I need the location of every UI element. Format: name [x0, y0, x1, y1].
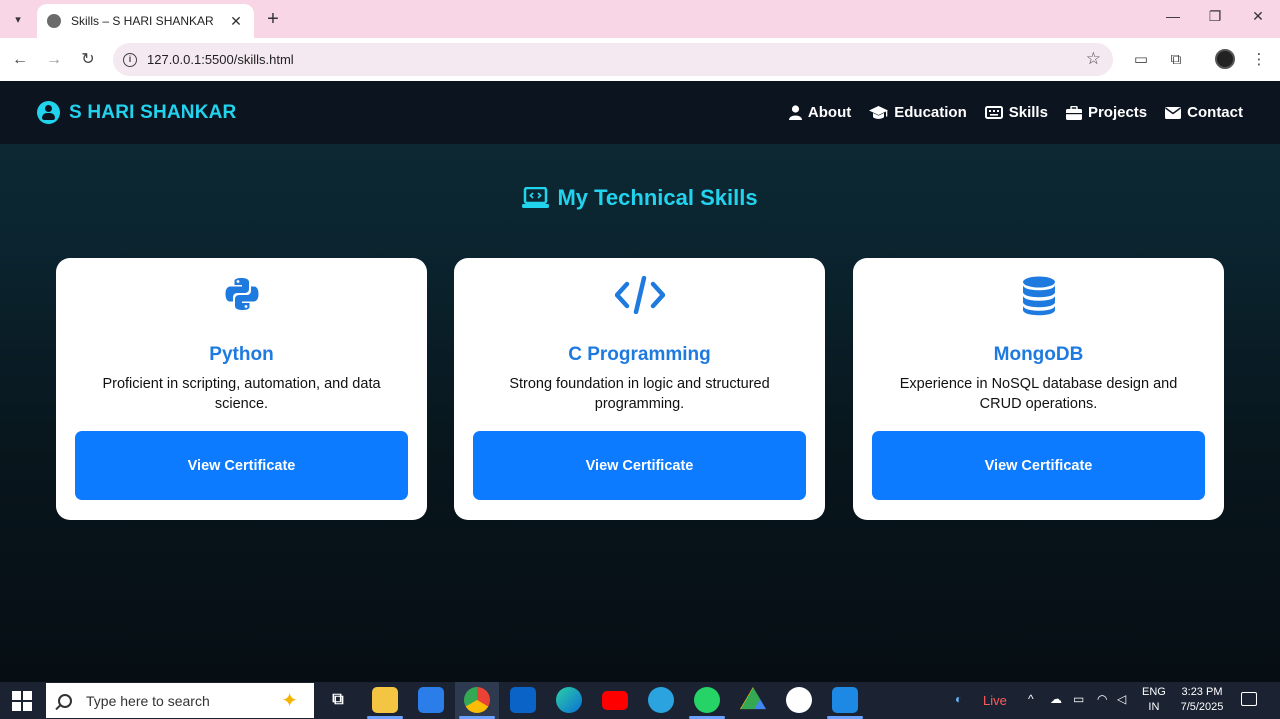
language-code: ENG — [1142, 686, 1166, 698]
google-drive-icon[interactable] — [740, 687, 766, 710]
page-content: S HARI SHANKAR About Education Skills Pr… — [0, 81, 1280, 682]
task-view-icon[interactable]: ⧉ — [325, 687, 351, 713]
search-placeholder: Type here to search — [86, 692, 210, 709]
card-description: Strong foundation in logic and structure… — [509, 376, 770, 412]
card-description: Experience in NoSQL database design and … — [899, 376, 1178, 412]
profile-avatar[interactable] — [1215, 49, 1235, 69]
skill-card-python: Python Proficient in scripting, automati… — [56, 258, 427, 520]
graduation-cap-icon — [869, 105, 889, 120]
system-clock[interactable]: 3:23 PM 7/5/2025 — [1172, 685, 1232, 715]
site-info-icon[interactable]: i — [123, 52, 137, 67]
forward-button[interactable]: → — [43, 49, 65, 71]
user-circle-icon — [37, 101, 60, 124]
nav-projects-label: Projects — [1087, 104, 1148, 121]
clock-time: 3:23 PM — [1181, 686, 1223, 698]
nav-contact-label: Contact — [1187, 104, 1243, 121]
view-certificate-button[interactable]: View Certificate — [872, 431, 1205, 500]
section-title: My Technical Skills — [0, 185, 1280, 211]
back-button[interactable]: ← — [9, 49, 31, 71]
browser-tab-bar: ▾ Skills – S HARI SHANKAR ✕ + — ❐ ✕ — [0, 0, 1280, 38]
restore-button[interactable]: ❐ — [1195, 8, 1235, 25]
youtube-icon[interactable] — [602, 691, 628, 710]
skill-card-c-programming: C Programming Strong foundation in logic… — [454, 258, 825, 520]
browser-toolbar: ← → ↻ i 127.0.0.1:5500/skills.html ☆ ▭ ⧉… — [0, 38, 1280, 81]
microsoft-store-icon[interactable] — [418, 687, 444, 713]
address-bar[interactable]: i 127.0.0.1:5500/skills.html ☆ — [113, 43, 1113, 76]
live-label[interactable]: Live — [983, 693, 1007, 708]
view-certificate-button[interactable]: View Certificate — [473, 431, 806, 500]
tab-title: Skills – S HARI SHANKAR — [71, 14, 214, 28]
github-icon[interactable] — [786, 687, 812, 713]
briefcase-icon — [1065, 105, 1082, 120]
vscode-icon[interactable] — [832, 687, 858, 713]
keyboard-icon — [984, 106, 1003, 119]
url-text: 127.0.0.1:5500/skills.html — [147, 52, 294, 67]
globe-icon — [47, 14, 61, 28]
telegram-icon[interactable] — [648, 687, 674, 713]
site-header: S HARI SHANKAR About Education Skills Pr… — [0, 81, 1280, 144]
nav-education[interactable]: Education — [869, 104, 967, 121]
reload-button[interactable]: ↻ — [77, 49, 99, 71]
new-tab-button[interactable]: + — [262, 8, 284, 30]
tab-search-button[interactable]: ▾ — [6, 7, 30, 31]
main-nav: About Education Skills Projects Contact — [788, 104, 1243, 121]
nav-skills-label: Skills — [1008, 104, 1048, 121]
database-icon — [853, 276, 1224, 316]
search-icon — [58, 693, 72, 708]
volume-icon[interactable]: ◁ — [1117, 692, 1126, 706]
cricket-live-icon[interactable]: ◐ — [955, 692, 962, 706]
brand[interactable]: S HARI SHANKAR — [37, 101, 236, 124]
skill-card-mongodb: MongoDB Experience in NoSQL database des… — [853, 258, 1224, 520]
close-window-button[interactable]: ✕ — [1238, 8, 1278, 25]
nav-contact[interactable]: Contact — [1165, 104, 1243, 121]
windows-start-icon[interactable] — [12, 691, 32, 711]
language-indicator[interactable]: ENG IN — [1142, 685, 1166, 715]
taskbar-search-box[interactable]: Type here to search ✦ — [46, 683, 314, 718]
region-code: IN — [1148, 701, 1160, 713]
chevron-up-icon[interactable]: ^ — [1028, 692, 1034, 706]
nav-about-label: About — [807, 104, 852, 121]
extensions-icon[interactable]: ⧉ — [1165, 49, 1187, 71]
clock-date: 7/5/2025 — [1180, 701, 1224, 713]
section-title-text: My Technical Skills — [557, 185, 758, 210]
menu-icon[interactable]: ⋮ — [1248, 49, 1270, 71]
chrome-icon[interactable] — [464, 687, 490, 713]
bookmark-star-icon[interactable]: ☆ — [1086, 49, 1101, 69]
outlook-icon[interactable] — [510, 687, 536, 713]
whatsapp-icon[interactable] — [694, 687, 720, 713]
notification-icon[interactable] — [1241, 692, 1257, 706]
brand-name: S HARI SHANKAR — [69, 101, 237, 123]
card-title: C Programming — [568, 344, 711, 365]
nav-about[interactable]: About — [788, 104, 852, 121]
minimize-button[interactable]: — — [1153, 8, 1193, 24]
nav-skills[interactable]: Skills — [984, 104, 1048, 121]
onedrive-icon[interactable]: ☁ — [1050, 692, 1062, 706]
card-description: Proficient in scripting, automation, and… — [102, 376, 381, 412]
battery-icon[interactable]: ▭ — [1073, 692, 1084, 706]
user-icon — [788, 105, 802, 120]
active-tab[interactable]: Skills – S HARI SHANKAR ✕ — [37, 4, 254, 38]
sparkle-icon: ✦ — [281, 690, 298, 712]
nav-projects[interactable]: Projects — [1065, 104, 1148, 121]
nav-education-label: Education — [894, 104, 967, 121]
file-explorer-icon[interactable] — [372, 687, 398, 713]
windows-taskbar: Type here to search ✦ ⧉ ◐ Live ^ ☁ ▭ ◠ ◁… — [0, 682, 1280, 719]
laptop-code-icon — [522, 187, 550, 209]
cast-icon[interactable]: ▭ — [1130, 49, 1152, 71]
wifi-icon[interactable]: ◠ — [1097, 692, 1107, 706]
code-icon — [454, 276, 825, 314]
view-certificate-button[interactable]: View Certificate — [75, 431, 408, 500]
edge-icon[interactable] — [556, 687, 582, 713]
card-title: MongoDB — [993, 344, 1084, 365]
tab-close-button[interactable]: ✕ — [228, 13, 244, 30]
envelope-icon — [1165, 106, 1182, 119]
card-title: Python — [209, 344, 274, 365]
python-icon — [56, 276, 427, 312]
